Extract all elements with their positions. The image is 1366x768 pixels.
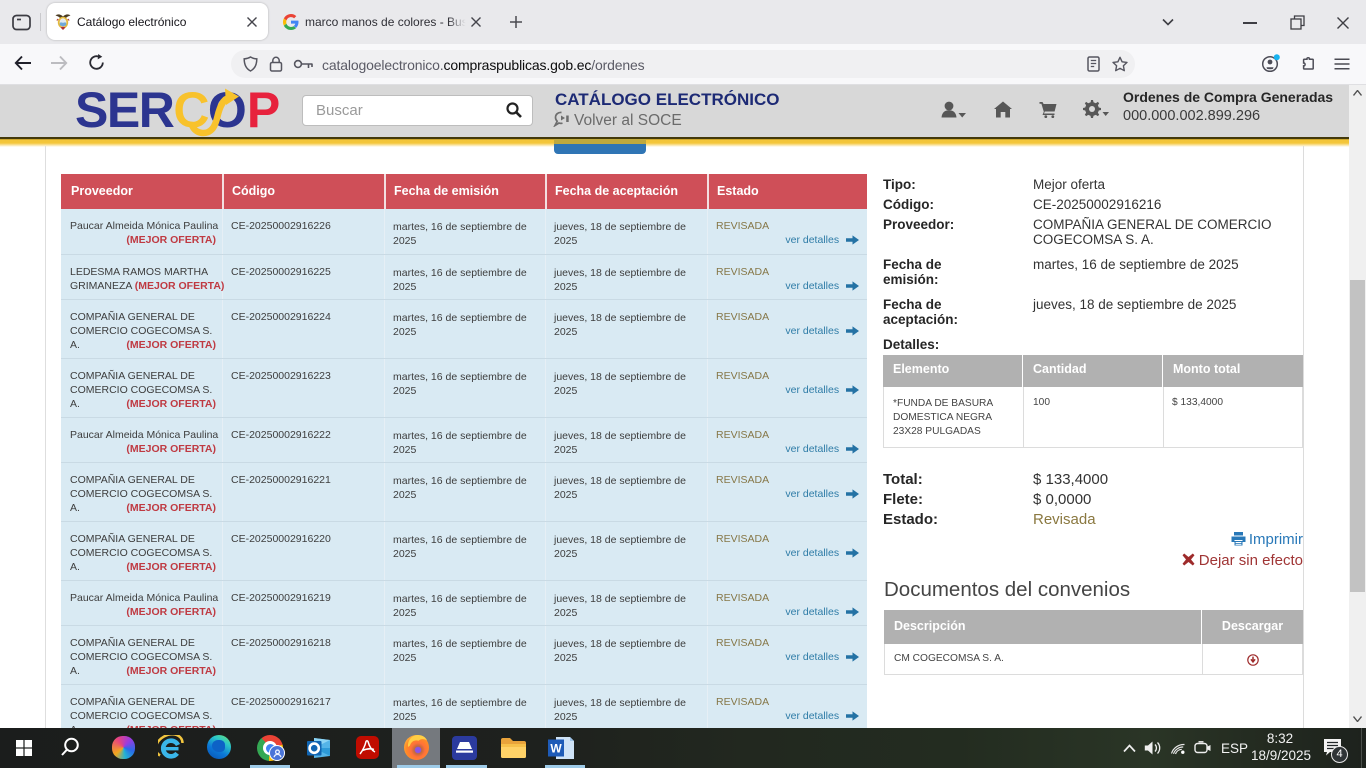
svg-text:W: W: [550, 742, 562, 756]
